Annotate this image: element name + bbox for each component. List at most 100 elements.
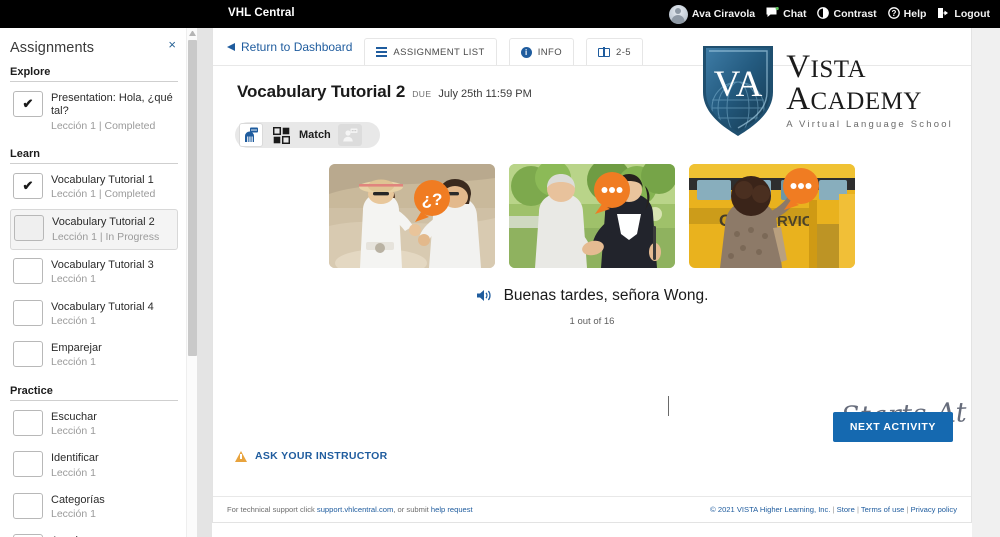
- question-mark-icon: ?: [887, 6, 900, 22]
- ask-your-instructor-label: ASK YOUR INSTRUCTOR: [255, 450, 388, 462]
- sidebar-section-list: ✔ Vocabulary Tutorial 1 Lección 1 | Comple…: [0, 168, 186, 375]
- sidebar-item-label: Vocabulary Tutorial 1: [51, 173, 154, 186]
- text-cursor: [668, 396, 669, 416]
- site-title: VHL Central: [228, 7, 295, 19]
- prompt-image-3[interactable]: OO SERVICE: [689, 164, 855, 268]
- status-checkbox: [13, 492, 43, 519]
- item-counter: 1 out of 16: [569, 316, 615, 327]
- sidebar-item-text: Identificar Lección 1: [51, 451, 99, 480]
- copyright-text: © 2021 VISTA Higher Learning, Inc.: [710, 505, 831, 514]
- sidebar-item-label: Emparejar: [51, 342, 102, 355]
- help-request-link[interactable]: help request: [431, 505, 473, 514]
- chat-icon: [766, 6, 779, 22]
- book-icon: [598, 46, 611, 57]
- close-icon[interactable]: ×: [168, 38, 176, 51]
- help-label: Help: [903, 8, 927, 20]
- app-root: VHL Central Ava Ciravola Chat Contrast ?…: [0, 0, 1000, 537]
- prompt-image-1[interactable]: ¿?: [329, 164, 495, 268]
- sidebar-item-vocabulary-tutorial-3[interactable]: Vocabulary Tutorial 3 Lección 1: [10, 253, 178, 292]
- sidebar-item-label: Identificar: [51, 452, 99, 465]
- page-footer: For technical support click support.vhlc…: [213, 496, 971, 522]
- sidebar-item-status: Lección 1: [51, 508, 96, 521]
- user-account-menu[interactable]: Ava Ciravola: [668, 4, 755, 24]
- contrast-label: Contrast: [833, 8, 877, 20]
- sidebar-item-label: Categorías: [51, 493, 105, 506]
- checkmark-icon: ✔: [13, 172, 43, 199]
- sidebar-header: Assignments ×: [0, 28, 186, 56]
- logout-button[interactable]: Logout: [937, 7, 990, 22]
- shield-icon: VA: [703, 46, 774, 136]
- support-prefix: For technical support click: [227, 505, 317, 514]
- sidebar-item-status: Lección 1: [51, 273, 96, 286]
- sidebar-item-vocabulary-tutorial-4[interactable]: Vocabulary Tutorial 4 Lección 1: [10, 295, 178, 334]
- info-label: INFO: [537, 46, 563, 58]
- status-checkbox: [14, 215, 44, 242]
- scrollbar-thumb[interactable]: [188, 40, 197, 356]
- speak-mode-button[interactable]: [337, 124, 362, 146]
- tutorial-mode-button[interactable]: [239, 123, 263, 147]
- logo-wordmark: VISTA ACADEMY A Virtual Language School: [786, 50, 953, 130]
- sidebar-item-vocabulary-tutorial-1[interactable]: ✔ Vocabulary Tutorial 1 Lección 1 | Comple…: [10, 168, 178, 207]
- return-to-dashboard-label: Return to Dashboard: [241, 39, 353, 54]
- sidebar-item-status: Lección 1: [51, 425, 96, 437]
- chat-label: Chat: [783, 8, 807, 20]
- sidebar-item-asociar[interactable]: AsociarLección 1: [10, 529, 178, 537]
- due-date: July 25th 11:59 PM: [438, 88, 532, 100]
- audio-play-icon[interactable]: [476, 289, 492, 304]
- prompt-image-2[interactable]: [509, 164, 675, 268]
- support-text: For technical support click support.vhlc…: [227, 505, 473, 514]
- sidebar-item-status: Lección 1: [51, 314, 96, 327]
- list-icon: [376, 47, 388, 57]
- sidebar-item-status: Lección 1 | Completed: [51, 119, 156, 132]
- sidebar-content-divider: [197, 28, 212, 537]
- sidebar-item-presentation-hola-qu-tal[interactable]: ✔ Presentation: Hola, ¿qué tal? Lección 1 …: [10, 86, 178, 138]
- next-activity-button[interactable]: NEXT ACTIVITY: [832, 412, 953, 442]
- sidebar-section-heading: Learn: [10, 148, 178, 164]
- sidebar-item-label: Presentation: Hola, ¿qué tal?: [51, 92, 173, 118]
- return-to-dashboard-button[interactable]: Return to Dashboard: [227, 40, 352, 54]
- support-middle: , or submit: [393, 505, 431, 514]
- sidebar-item-identificar[interactable]: Identificar Lección 1: [10, 446, 178, 485]
- sidebar-item-emparejar[interactable]: Emparejar Lección 1: [10, 336, 178, 375]
- sidebar-scrollbar[interactable]: [186, 28, 197, 537]
- status-checkbox: [13, 409, 43, 436]
- activity-mode-label: Match: [299, 129, 331, 141]
- sidebar-item-text: Vocabulary Tutorial 4 Lección 1: [51, 300, 154, 329]
- match-mode-button[interactable]: [270, 124, 292, 146]
- sidebar-item-vocabulary-tutorial-2[interactable]: Vocabulary Tutorial 2 Lección 1 | In Prog…: [10, 209, 178, 250]
- scroll-up-arrow-icon[interactable]: [189, 30, 196, 36]
- sidebar-item-text: Escuchar Lección 1: [51, 410, 97, 439]
- avatar: [668, 4, 688, 24]
- svg-text:?: ?: [891, 9, 896, 18]
- pages-tab[interactable]: 2-5: [586, 38, 643, 65]
- info-tab[interactable]: i INFO: [508, 38, 575, 65]
- contrast-button[interactable]: Contrast: [817, 6, 877, 22]
- sidebar-item-label: Vocabulary Tutorial 3: [51, 259, 154, 271]
- page-title: Vocabulary Tutorial 2: [237, 82, 406, 101]
- sidebar-item-status: Lección 1 | Completed: [51, 188, 156, 201]
- sidebar-sections: Explore ✔ Presentation: Hola, ¿qué tal? Lec…: [0, 66, 186, 537]
- logo-line-academy: ACADEMY: [786, 80, 922, 117]
- sidebar-item-status: Lección 1: [51, 356, 96, 369]
- match-grid-icon: [272, 126, 290, 144]
- assignment-list-tab[interactable]: ASSIGNMENT LIST: [364, 38, 497, 65]
- help-button[interactable]: ? Help: [887, 6, 927, 22]
- sidebar-item-text: Vocabulary Tutorial 1 Lección 1 | Complet…: [51, 173, 155, 202]
- privacy-link[interactable]: Privacy policy: [911, 505, 957, 514]
- ask-your-instructor-button[interactable]: ASK YOUR INSTRUCTOR: [235, 450, 388, 462]
- terms-link[interactable]: Terms of use: [861, 505, 904, 514]
- sidebar-item-text: Vocabulary Tutorial 2 Lección 1 | In Prog…: [52, 215, 159, 244]
- support-link[interactable]: support.vhlcentral.com: [317, 505, 393, 514]
- prompt-caption: Buenas tardes, señora Wong.: [503, 287, 709, 304]
- checkmark-icon: ✔: [13, 91, 43, 117]
- sidebar-item-categor-as[interactable]: Categorías Lección 1: [10, 488, 178, 527]
- store-link[interactable]: Store: [837, 505, 855, 514]
- due-label: DUE: [412, 89, 432, 99]
- chat-button[interactable]: Chat: [766, 6, 807, 22]
- logout-label: Logout: [954, 8, 990, 20]
- sidebar-item-label: Vocabulary Tutorial 2: [52, 216, 155, 229]
- prompt-image-row: ¿? SERVICE: [213, 164, 971, 268]
- logo-monogram: VA: [714, 64, 763, 105]
- warning-triangle-icon: [235, 450, 247, 462]
- sidebar-item-escuchar[interactable]: Escuchar Lección 1: [10, 405, 178, 444]
